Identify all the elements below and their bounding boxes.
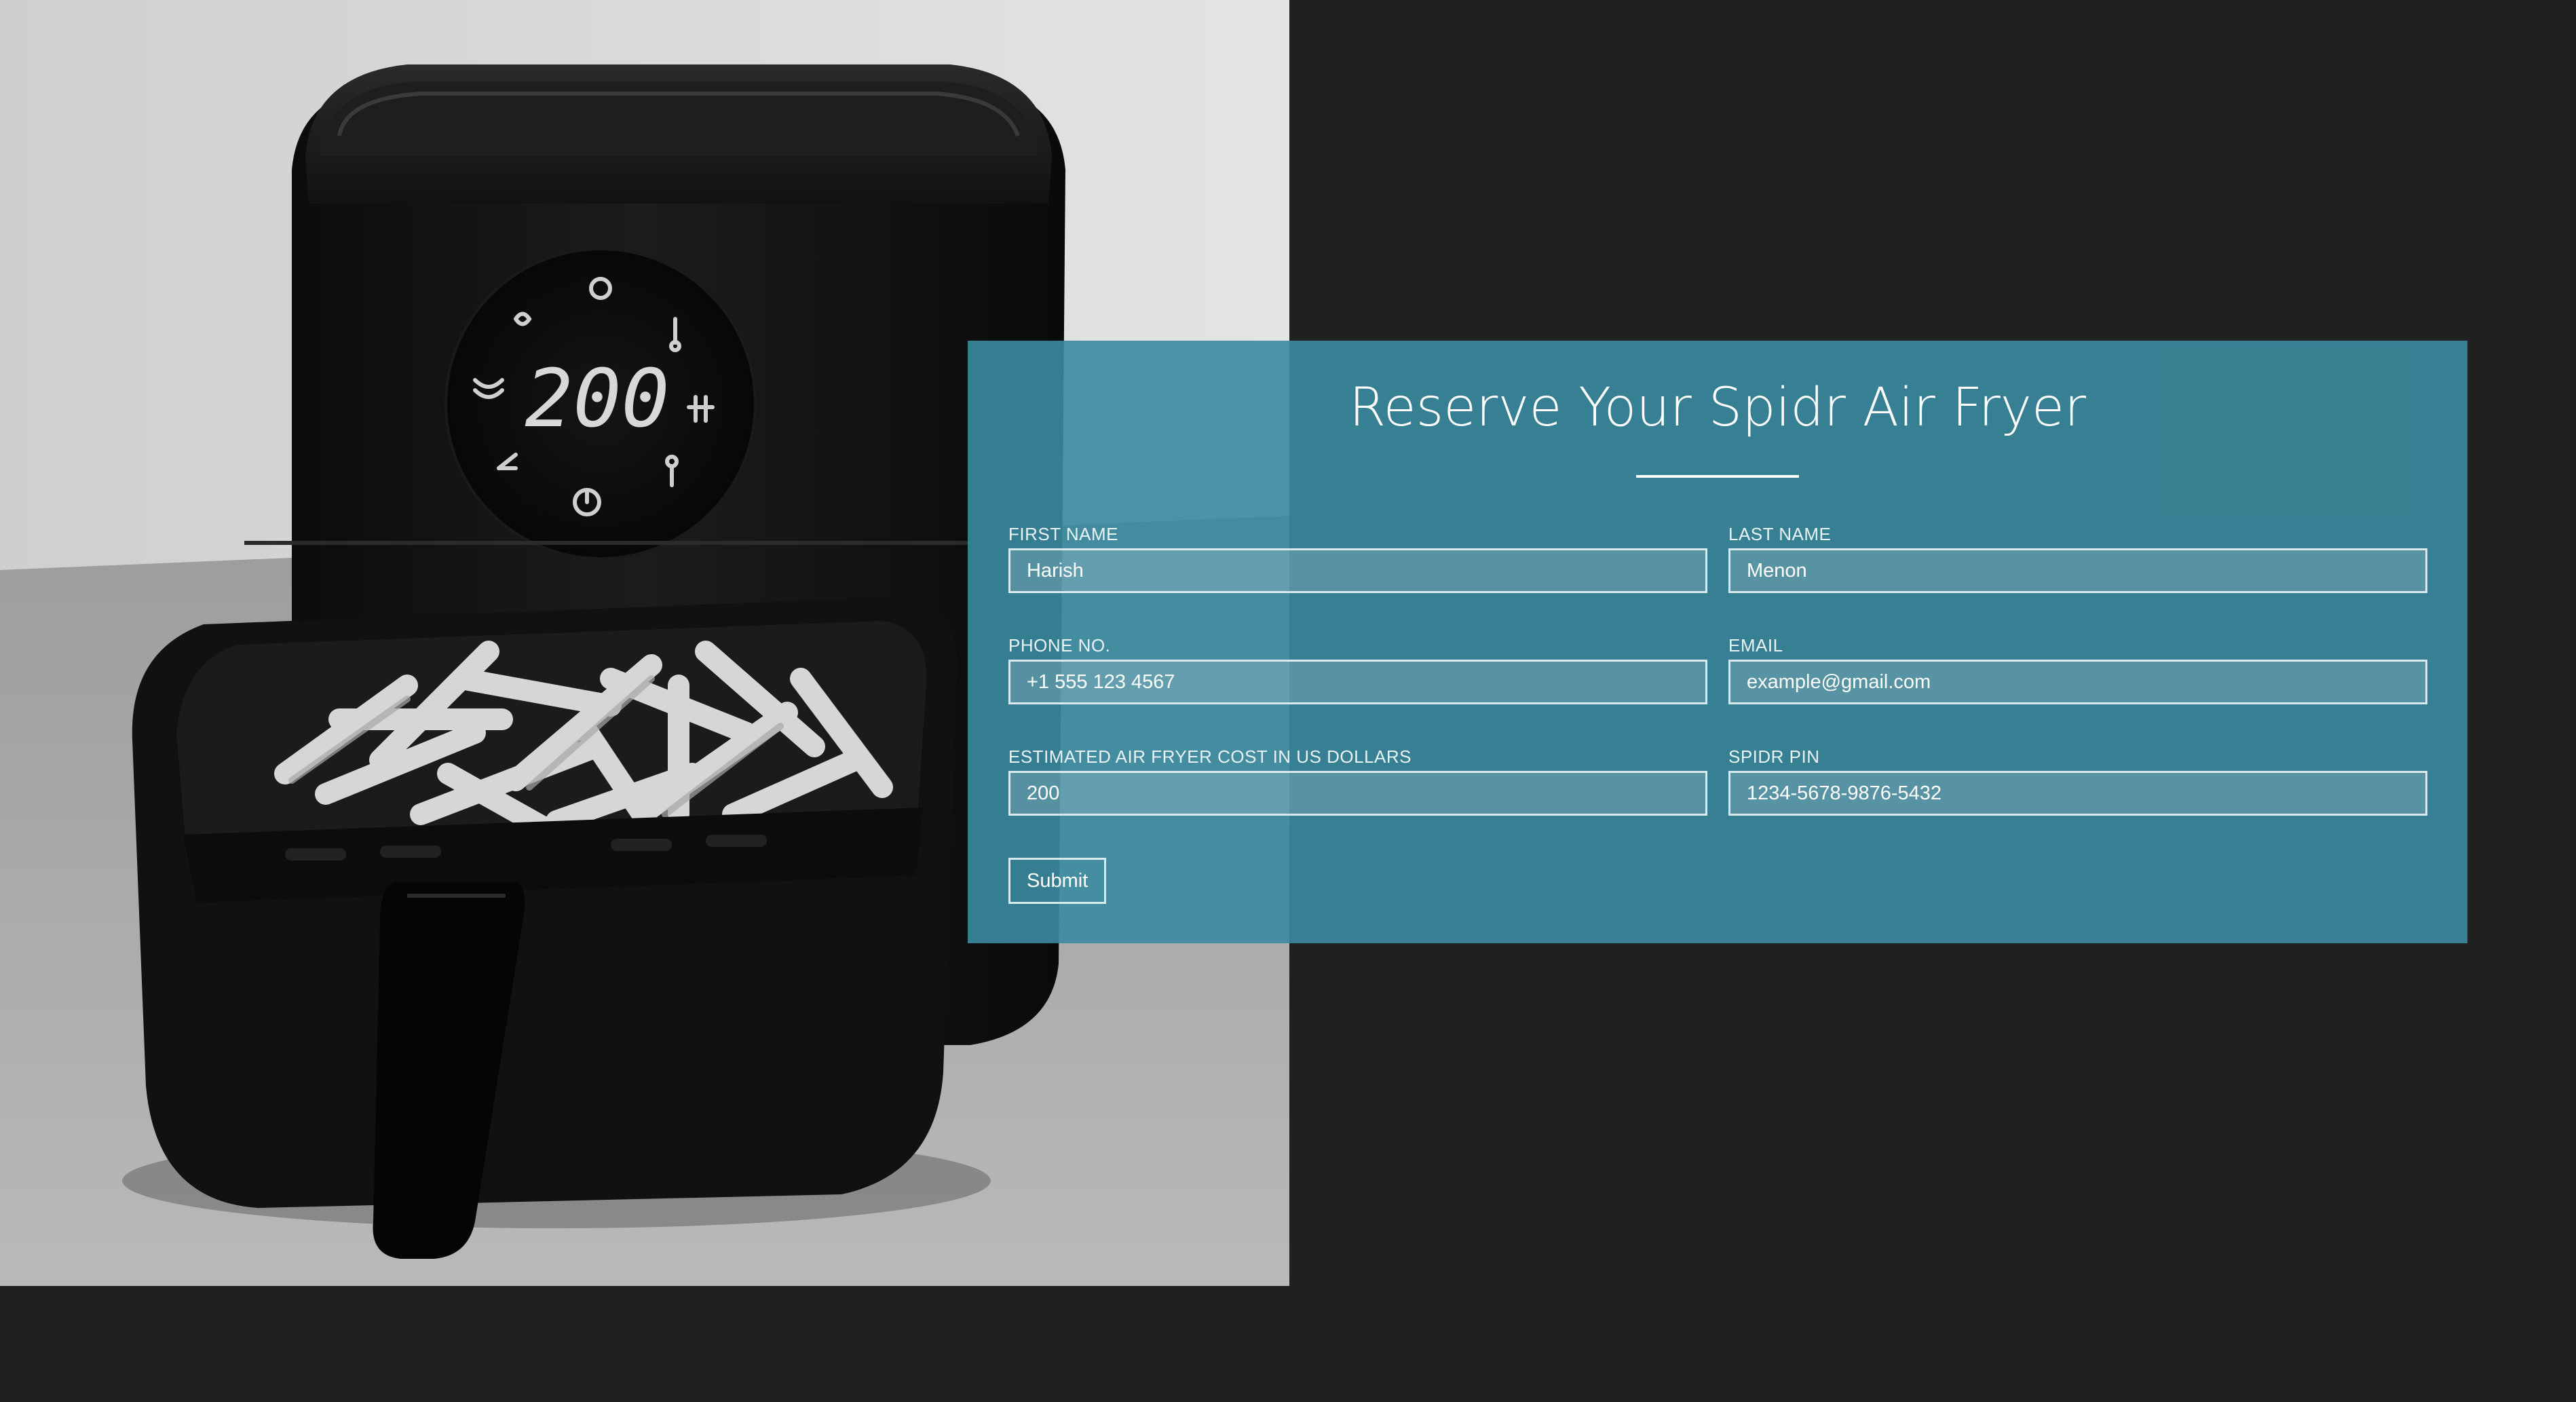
first-name-label: FIRST NAME bbox=[1008, 524, 1118, 544]
email-field-group: EMAIL bbox=[1728, 635, 2427, 704]
fryer-display-readout: 200 bbox=[525, 352, 669, 445]
page: 200 Reserve Your Spidr Air Fryer FIRST N… bbox=[0, 0, 2576, 1402]
form-title: Reserve Your Spidr Air Fryer bbox=[1348, 377, 2087, 438]
pin-field-group: SPIDR PIN bbox=[1728, 746, 2427, 816]
submit-button[interactable]: Submit bbox=[1008, 858, 1107, 904]
pin-label: SPIDR PIN bbox=[1728, 746, 1820, 767]
last-name-field-group: LAST NAME bbox=[1728, 524, 2427, 593]
reservation-form-panel: Reserve Your Spidr Air Fryer FIRST NAME … bbox=[968, 341, 2467, 943]
title-divider bbox=[1636, 475, 1799, 478]
first-name-field-group: FIRST NAME bbox=[1008, 524, 1707, 593]
cost-input[interactable] bbox=[1008, 771, 1707, 816]
last-name-label: LAST NAME bbox=[1728, 524, 1832, 544]
pin-input[interactable] bbox=[1728, 771, 2427, 816]
phone-input[interactable] bbox=[1008, 660, 1707, 704]
phone-label: PHONE NO. bbox=[1008, 635, 1111, 656]
last-name-input[interactable] bbox=[1728, 548, 2427, 593]
cost-field-group: ESTIMATED AIR FRYER COST IN US DOLLARS bbox=[1008, 746, 1707, 816]
cost-label: ESTIMATED AIR FRYER COST IN US DOLLARS bbox=[1008, 746, 1412, 767]
phone-field-group: PHONE NO. bbox=[1008, 635, 1707, 704]
email-input[interactable] bbox=[1728, 660, 2427, 704]
first-name-input[interactable] bbox=[1008, 548, 1707, 593]
email-label: EMAIL bbox=[1728, 635, 1783, 656]
